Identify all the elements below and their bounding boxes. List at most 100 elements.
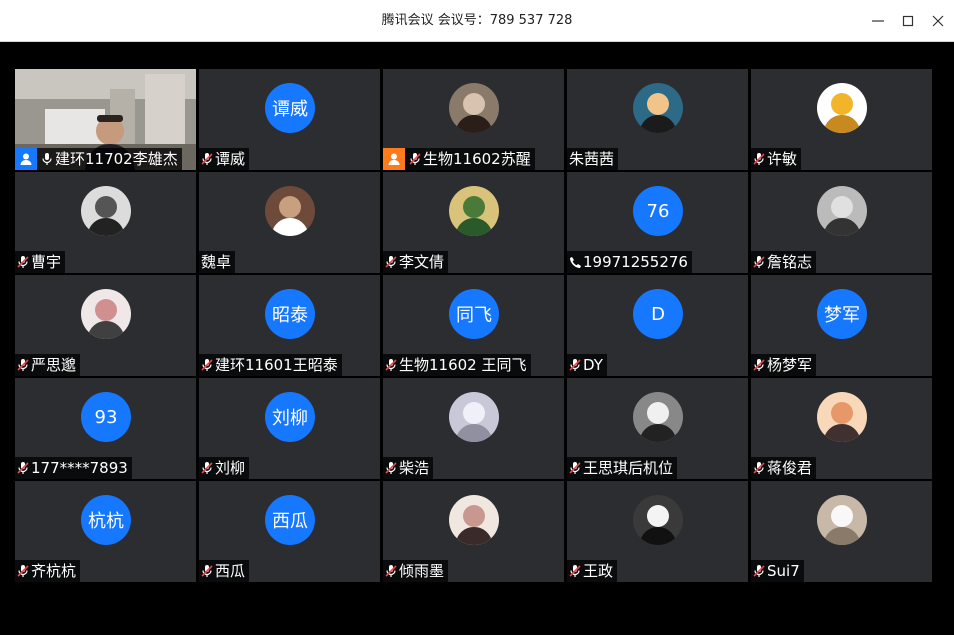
mic-muted-icon: [383, 457, 399, 479]
video-grid: 建环11702李雄杰 谭威 谭威 生物11602苏醒 朱茜茜 许敏 曹宇 魏卓 李文倩 76 199…: [15, 69, 935, 582]
participant-tile[interactable]: 曹宇: [15, 172, 196, 273]
participant-namebar: 严思邈: [15, 354, 81, 376]
minimize-icon[interactable]: [866, 9, 890, 33]
avatar: 杭杭: [81, 495, 131, 545]
participant-name: 生物11602苏醒: [423, 150, 531, 168]
participant-namebar: 王思琪后机位: [567, 457, 678, 479]
participant-name: 李文倩: [399, 253, 445, 271]
participant-namebar: 王政: [567, 560, 618, 582]
participant-tile[interactable]: 西瓜 西瓜: [199, 481, 380, 582]
participant-tile[interactable]: 王思琪后机位: [567, 378, 748, 479]
avatar: [633, 392, 683, 442]
mic-muted-icon: [567, 457, 583, 479]
participant-tile[interactable]: 倾雨墨: [383, 481, 564, 582]
avatar: 谭威: [265, 83, 315, 133]
mic-muted-icon: [751, 457, 767, 479]
participant-name: 王思琪后机位: [583, 459, 674, 477]
participant-tile[interactable]: 昭泰 建环11601王昭泰: [199, 275, 380, 376]
avatar: [81, 186, 131, 236]
participant-tile[interactable]: 93 177****7893: [15, 378, 196, 479]
participant-tile[interactable]: 建环11702李雄杰: [15, 69, 196, 170]
participant-tile[interactable]: 杭杭 齐杭杭: [15, 481, 196, 582]
avatar: 梦军: [817, 289, 867, 339]
mic-muted-icon: [383, 560, 399, 582]
participant-tile[interactable]: 魏卓: [199, 172, 380, 273]
participant-namebar: 詹铭志: [751, 251, 817, 273]
participant-name: 朱茜茜: [569, 150, 615, 168]
participant-tile[interactable]: D DY: [567, 275, 748, 376]
participant-namebar: 西瓜: [199, 560, 250, 582]
avatar: [817, 186, 867, 236]
mic-muted-icon: [407, 148, 423, 170]
participant-name: 严思邈: [31, 356, 77, 374]
participant-tile[interactable]: Sui7: [751, 481, 932, 582]
participant-namebar: 朱茜茜: [567, 148, 619, 170]
participant-name: 倾雨墨: [399, 562, 445, 580]
participant-namebar: 19971255276: [567, 251, 692, 273]
participant-name: 西瓜: [215, 562, 246, 580]
mic-muted-icon: [15, 251, 31, 273]
participant-name: 杨梦军: [767, 356, 813, 374]
cohost-icon: [383, 148, 405, 170]
mic-muted-icon: [751, 354, 767, 376]
participant-tile[interactable]: 谭威 谭威: [199, 69, 380, 170]
mic-muted-icon: [383, 354, 399, 376]
participant-tile[interactable]: 严思邈: [15, 275, 196, 376]
mic-muted-icon: [199, 148, 215, 170]
participant-name: 建环11702李雄杰: [55, 150, 178, 168]
participant-namebar: 刘柳: [199, 457, 250, 479]
close-icon[interactable]: [926, 9, 950, 33]
participant-tile[interactable]: 朱茜茜: [567, 69, 748, 170]
mic-muted-icon: [567, 354, 583, 376]
participant-tile[interactable]: 李文倩: [383, 172, 564, 273]
participant-name: 生物11602 王同飞: [399, 356, 527, 374]
mic-muted-icon: [199, 560, 215, 582]
participant-tile[interactable]: 同飞生物11602 王同飞: [383, 275, 564, 376]
participant-namebar: 许敏: [751, 148, 802, 170]
participant-tile[interactable]: 梦军 杨梦军: [751, 275, 932, 376]
participant-tile[interactable]: 王政: [567, 481, 748, 582]
participant-namebar: DY: [567, 354, 607, 376]
avatar: 93: [81, 392, 131, 442]
participant-tile[interactable]: 詹铭志: [751, 172, 932, 273]
participant-tile[interactable]: 生物11602苏醒: [383, 69, 564, 170]
mic-muted-icon: [751, 560, 767, 582]
participant-namebar: 曹宇: [15, 251, 66, 273]
mic-muted-icon: [751, 251, 767, 273]
participant-name: 蒋俊君: [767, 459, 813, 477]
participant-name: 魏卓: [201, 253, 232, 271]
participant-namebar: 魏卓: [199, 251, 236, 273]
participant-namebar: 齐杭杭: [15, 560, 81, 582]
avatar: [817, 392, 867, 442]
participant-namebar: 杨梦军: [751, 354, 817, 376]
avatar: [81, 289, 131, 339]
avatar: [449, 83, 499, 133]
participant-name: 詹铭志: [767, 253, 813, 271]
participant-namebar: 生物11602苏醒: [383, 148, 535, 170]
avatar: [265, 186, 315, 236]
phone-icon: [567, 251, 583, 273]
avatar: 西瓜: [265, 495, 315, 545]
participant-namebar: 谭威: [199, 148, 250, 170]
maximize-icon[interactable]: [896, 9, 920, 33]
participant-tile[interactable]: 许敏: [751, 69, 932, 170]
participant-name: 柴浩: [399, 459, 430, 477]
avatar: D: [633, 289, 683, 339]
participant-tile[interactable]: 柴浩: [383, 378, 564, 479]
host-icon: [15, 148, 37, 170]
participant-namebar: 蒋俊君: [751, 457, 817, 479]
participant-namebar: 柴浩: [383, 457, 434, 479]
mic-icon: [39, 148, 55, 170]
participant-name: DY: [583, 356, 603, 374]
participant-tile[interactable]: 蒋俊君: [751, 378, 932, 479]
mic-muted-icon: [383, 251, 399, 273]
participant-namebar: 建环11702李雄杰: [15, 148, 182, 170]
avatar: 同飞: [449, 289, 499, 339]
participant-namebar: 177****7893: [15, 457, 132, 479]
participant-namebar: 李文倩: [383, 251, 449, 273]
participant-name: Sui7: [767, 562, 800, 580]
participant-tile[interactable]: 76 19971255276: [567, 172, 748, 273]
avatar: 刘柳: [265, 392, 315, 442]
participant-tile[interactable]: 刘柳 刘柳: [199, 378, 380, 479]
avatar: 76: [633, 186, 683, 236]
